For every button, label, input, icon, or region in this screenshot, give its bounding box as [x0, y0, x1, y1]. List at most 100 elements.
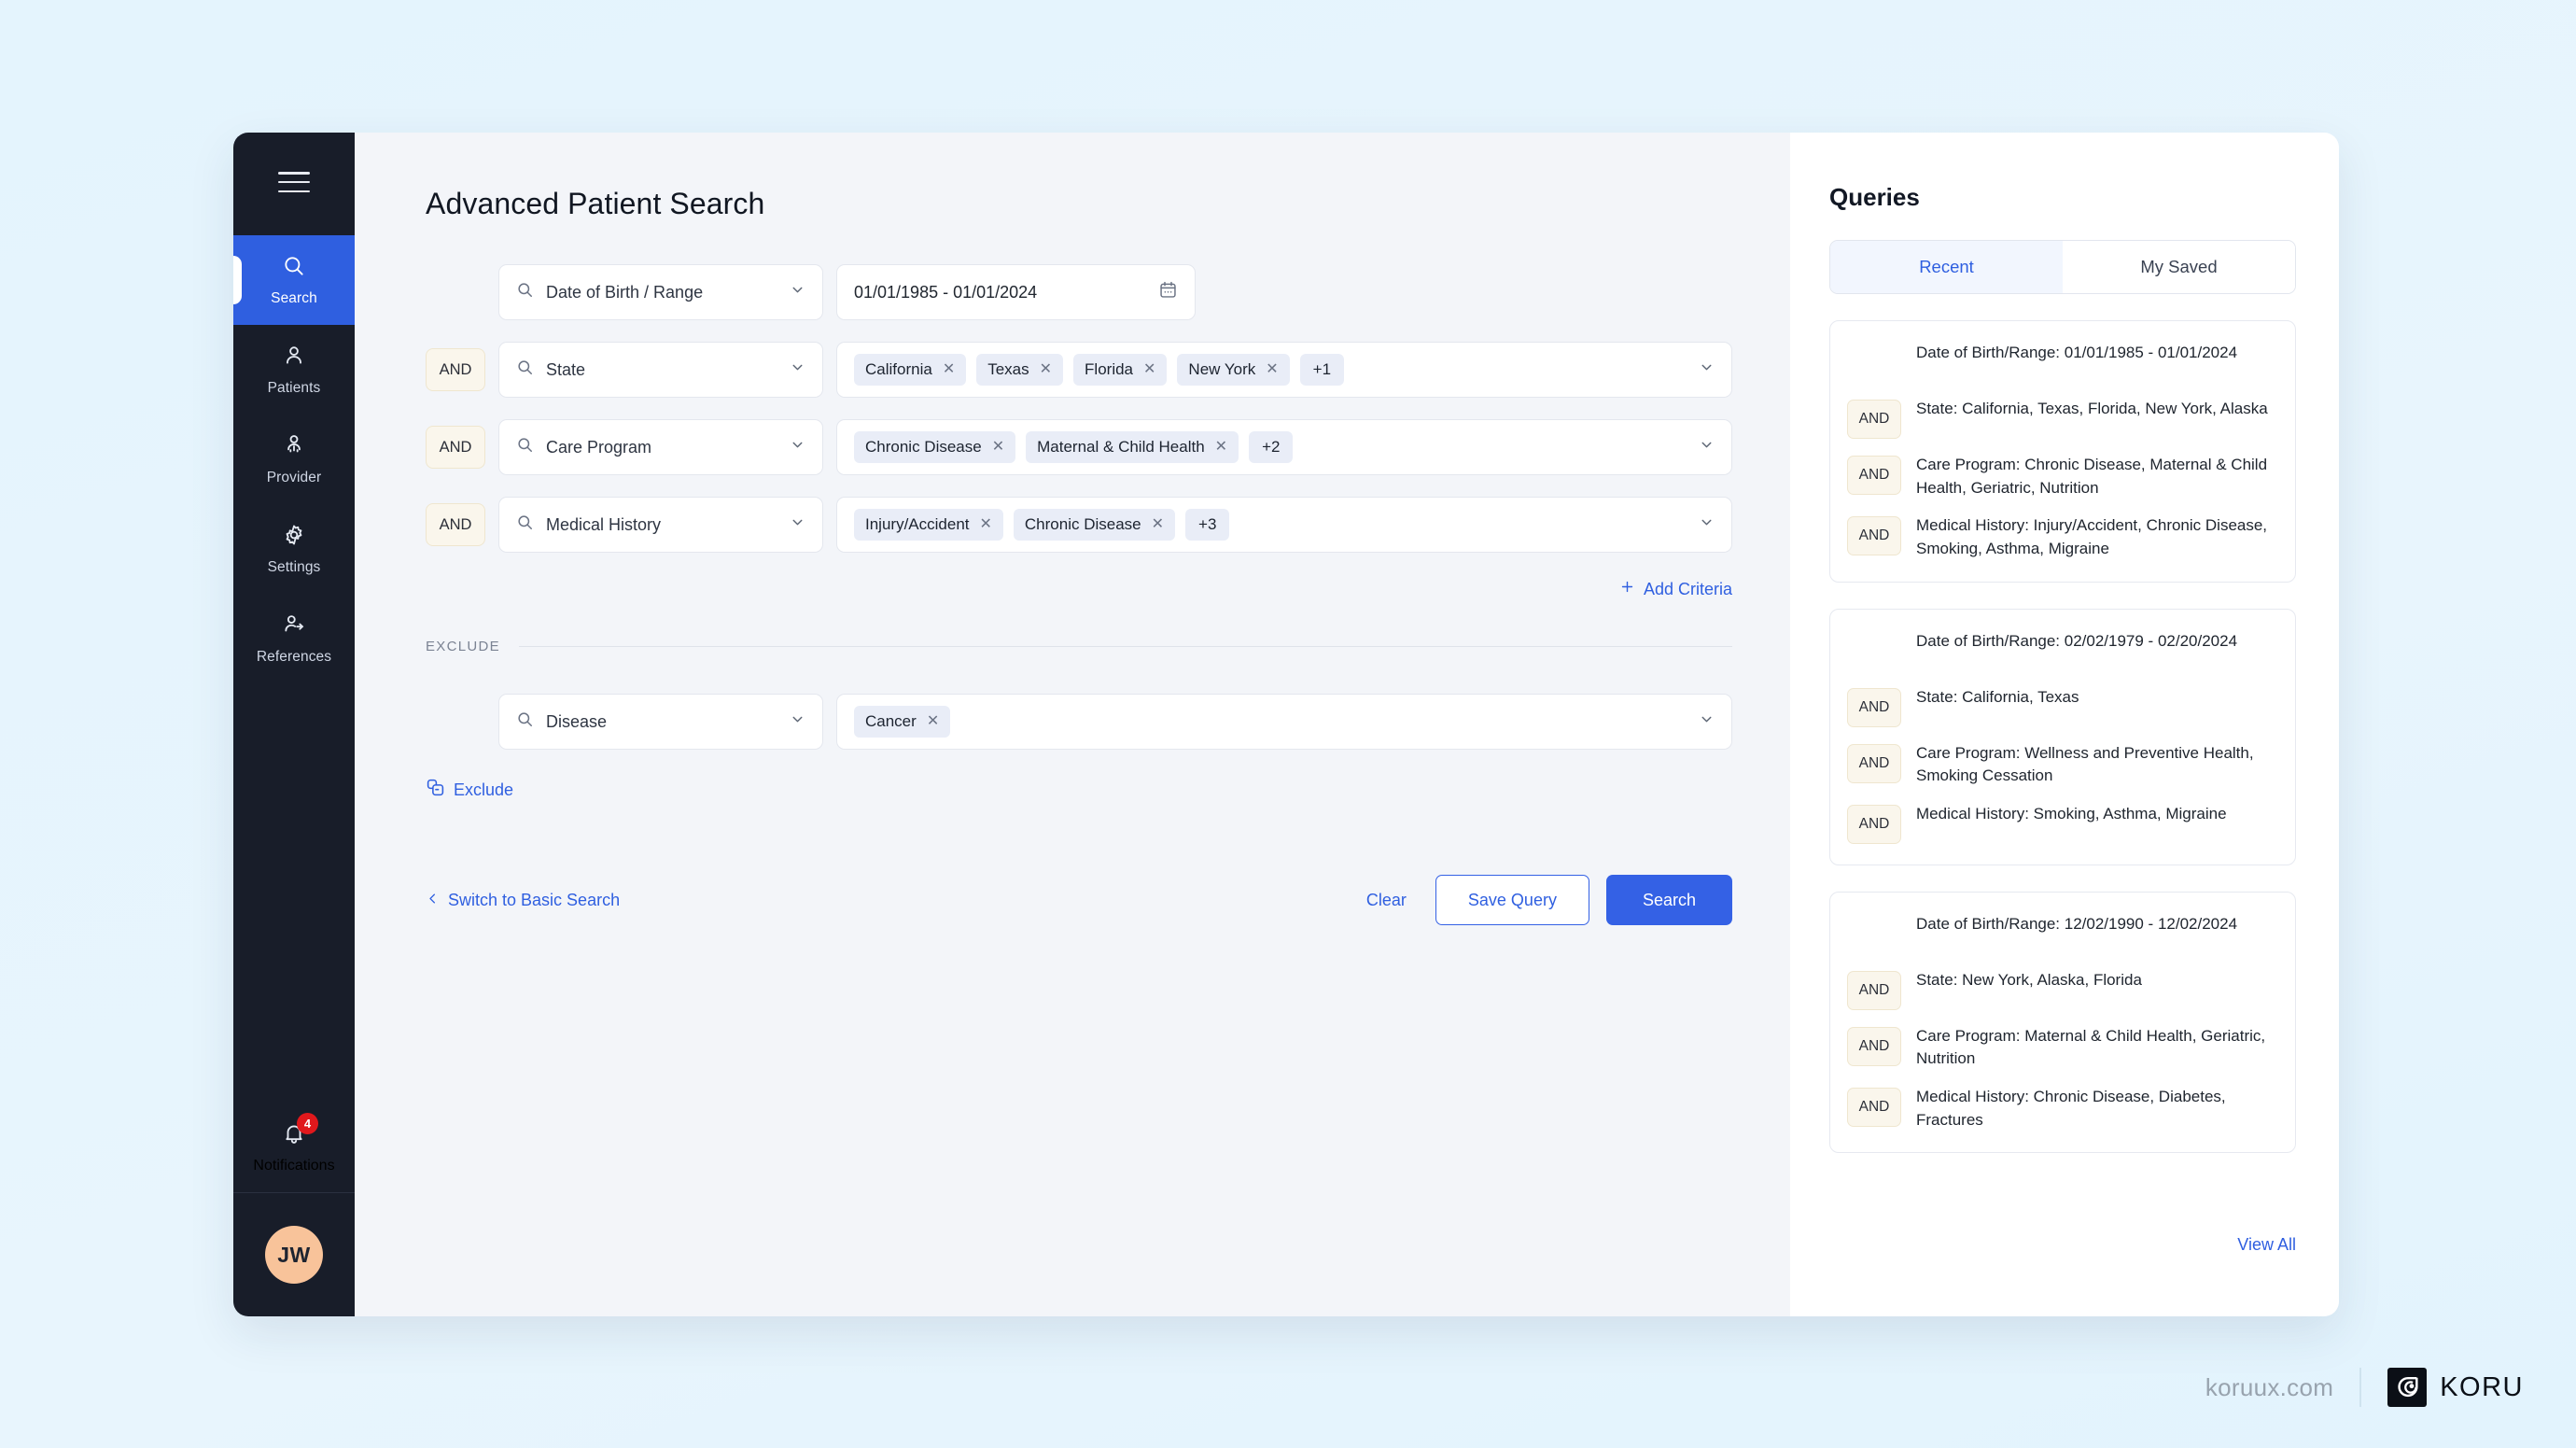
close-icon[interactable]: ✕ — [1215, 440, 1227, 455]
field-label: Disease — [546, 711, 608, 731]
search-button[interactable]: Search — [1605, 875, 1732, 925]
sidebar-item-label: Provider — [266, 469, 322, 485]
close-icon[interactable]: ✕ — [1152, 517, 1164, 532]
field-select-medical-history[interactable]: Medical History — [498, 497, 823, 553]
sidebar-item-settings[interactable]: Settings — [233, 504, 355, 594]
sidebar-item-notifications[interactable]: 4 Notifications — [233, 1104, 355, 1193]
chevron-down-icon[interactable] — [1699, 514, 1715, 535]
chip[interactable]: California ✕ — [854, 354, 967, 386]
add-criteria-button[interactable]: Add Criteria — [1619, 579, 1732, 599]
criteria-row: AND Care Program Chronic Disease ✕ Mater… — [426, 419, 1732, 475]
chevron-down-icon[interactable] — [790, 711, 805, 732]
date-range-input[interactable]: 01/01/1985 - 01/01/2024 — [836, 264, 1196, 320]
chip[interactable]: Maternal & Child Health ✕ — [1026, 431, 1239, 463]
connector-and[interactable]: AND — [426, 348, 485, 391]
query-card[interactable]: Date of Birth/Range: 02/02/1979 - 02/20/… — [1829, 608, 2296, 865]
query-line-text: Medical History: Injury/Accident, Chroni… — [1916, 516, 2268, 557]
sidebar-item-provider[interactable]: Provider — [233, 415, 355, 504]
field-select-state[interactable]: State — [498, 342, 823, 398]
connector-and: AND — [1847, 970, 1901, 1010]
query-line-text: Care Program: Wellness and Preventive He… — [1916, 743, 2254, 785]
tab-my-saved[interactable]: My Saved — [2063, 241, 2295, 293]
close-icon[interactable]: ✕ — [1143, 362, 1155, 377]
chip[interactable]: Texas ✕ — [976, 354, 1064, 386]
user-share-icon — [282, 612, 306, 641]
field-select-disease[interactable]: Disease — [498, 694, 823, 750]
view-all-button[interactable]: View All — [2237, 1235, 2296, 1255]
gear-icon — [282, 523, 306, 552]
connector-and[interactable]: AND — [426, 503, 485, 546]
chevron-down-icon[interactable] — [790, 514, 805, 535]
clear-button[interactable]: Clear — [1351, 875, 1422, 925]
query-line: AND Care Program: Wellness and Preventiv… — [1847, 742, 2275, 788]
query-line-text: State: California, Texas, Florida, New Y… — [1916, 400, 2268, 417]
sidebar-item-search[interactable]: Search — [233, 235, 355, 325]
calendar-icon[interactable] — [1158, 280, 1178, 304]
chip-overflow-count[interactable]: +1 — [1299, 354, 1345, 386]
query-line-text: State: New York, Alaska, Florida — [1916, 970, 2142, 989]
switch-label: Switch to Basic Search — [448, 890, 621, 909]
switch-to-basic-search-button[interactable]: Switch to Basic Search — [426, 891, 620, 910]
chevron-down-icon[interactable] — [1699, 437, 1715, 457]
connector-and: AND — [1847, 1026, 1901, 1066]
criteria-row: AND State California ✕ Texas ✕ Florida ✕… — [426, 342, 1732, 398]
hamburger-icon[interactable] — [278, 172, 310, 192]
chevron-down-icon[interactable] — [790, 359, 805, 380]
close-icon[interactable]: ✕ — [992, 440, 1004, 455]
field-select-care-program[interactable]: Care Program — [498, 419, 823, 475]
field-label: State — [546, 359, 586, 379]
connector-and: AND — [1847, 743, 1901, 783]
chip-label: Injury/Accident — [865, 515, 970, 533]
query-line-text: Date of Birth/Range: 01/01/1985 - 01/01/… — [1916, 344, 2238, 361]
query-line: AND State: California, Texas — [1847, 686, 2275, 727]
exclude-row: Disease Cancer ✕ — [426, 694, 1732, 750]
sidebar-item-patients[interactable]: Patients — [233, 325, 355, 415]
chevron-down-icon[interactable] — [1699, 359, 1715, 380]
chip-overflow-count[interactable]: +2 — [1249, 431, 1294, 463]
chip[interactable]: Florida ✕ — [1073, 354, 1168, 386]
chip[interactable]: Cancer ✕ — [854, 706, 951, 738]
field-values-disease[interactable]: Cancer ✕ — [836, 694, 1732, 750]
chevron-down-icon[interactable] — [790, 437, 805, 457]
chip[interactable]: New York ✕ — [1177, 354, 1290, 386]
sidebar-item-label: Patients — [267, 379, 321, 396]
close-icon[interactable]: ✕ — [980, 517, 992, 532]
chevron-down-icon[interactable] — [1699, 711, 1715, 732]
search-icon — [516, 358, 534, 381]
query-line-text: Medical History: Chronic Disease, Diabet… — [1916, 1088, 2226, 1129]
close-icon[interactable]: ✕ — [1266, 362, 1278, 377]
divider-line — [518, 646, 1732, 647]
query-card[interactable]: Date of Birth/Range: 01/01/1985 - 01/01/… — [1829, 320, 2296, 583]
chip[interactable]: Injury/Accident ✕ — [854, 509, 1003, 541]
avatar[interactable]: JW — [265, 1226, 323, 1284]
close-icon[interactable]: ✕ — [927, 714, 939, 729]
field-values-care-program[interactable]: Chronic Disease ✕ Maternal & Child Health… — [836, 419, 1732, 475]
query-line-text: Date of Birth/Range: 02/02/1979 - 02/20/… — [1916, 631, 2238, 650]
chip-overflow-count[interactable]: +3 — [1185, 509, 1230, 541]
close-icon[interactable]: ✕ — [1040, 362, 1052, 377]
field-values-medical-history[interactable]: Injury/Accident ✕ Chronic Disease ✕ +3 — [836, 497, 1732, 553]
query-card[interactable]: Date of Birth/Range: 12/02/1990 - 12/02/… — [1829, 891, 2296, 1154]
save-query-button[interactable]: Save Query — [1435, 875, 1589, 925]
criteria-list: Date of Birth / Range 01/01/1985 - 01/01… — [426, 264, 1732, 553]
main-content: Advanced Patient Search Date of Birth / … — [355, 133, 1790, 1316]
user-icon — [282, 344, 306, 373]
query-line: AND Care Program: Chronic Disease, Mater… — [1847, 454, 2275, 499]
field-label: Medical History — [546, 514, 662, 534]
field-values-state[interactable]: California ✕ Texas ✕ Florida ✕ New York ✕ +1 — [836, 342, 1732, 398]
query-line: AND State: New York, Alaska, Florida — [1847, 969, 2275, 1010]
sidebar-item-references[interactable]: References — [233, 594, 355, 683]
connector-and[interactable]: AND — [426, 426, 485, 469]
query-line: Date of Birth/Range: 02/02/1979 - 02/20/… — [1847, 630, 2275, 671]
bell-icon: 4 — [282, 1113, 318, 1150]
query-line: Date of Birth/Range: 12/02/1990 - 12/02/… — [1847, 913, 2275, 954]
exclude-button[interactable]: Exclude — [426, 778, 513, 802]
close-icon[interactable]: ✕ — [943, 362, 955, 377]
chevron-down-icon[interactable] — [790, 282, 805, 302]
chip[interactable]: Chronic Disease ✕ — [1013, 509, 1176, 541]
field-select-dob[interactable]: Date of Birth / Range — [498, 264, 823, 320]
add-criteria-container: Add Criteria — [426, 579, 1732, 599]
exclude-label: Exclude — [454, 780, 514, 799]
chip[interactable]: Chronic Disease ✕ — [854, 431, 1016, 463]
tab-recent[interactable]: Recent — [1830, 241, 2063, 293]
